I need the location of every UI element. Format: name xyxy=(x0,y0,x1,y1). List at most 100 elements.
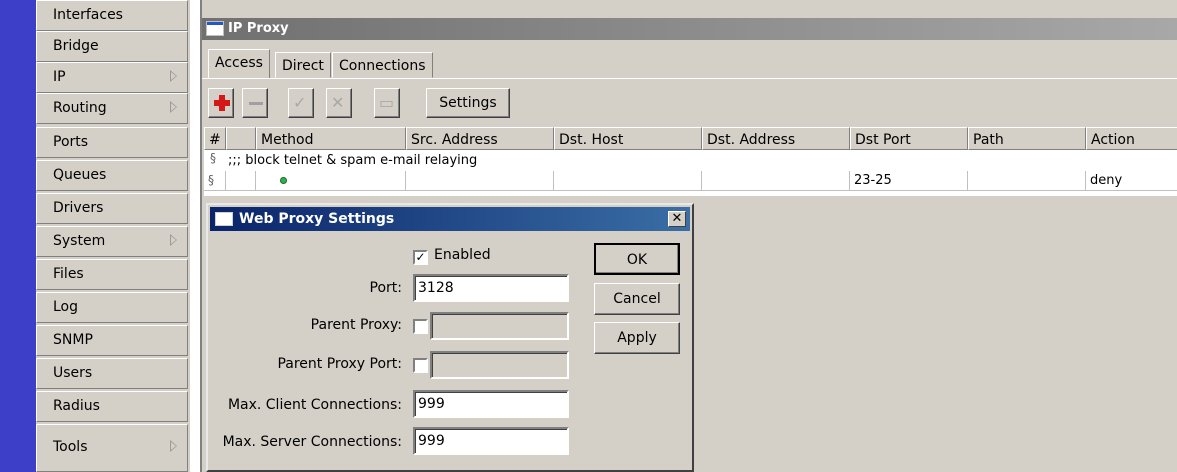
column-header-dst-address[interactable]: Dst. Address xyxy=(702,127,850,150)
port-field[interactable]: 3128 xyxy=(413,274,569,302)
sidebar-menu: Interfaces Bridge IP Routing Ports Queue… xyxy=(36,0,191,472)
sidebar-item-interfaces[interactable]: Interfaces xyxy=(36,0,188,31)
settings-button[interactable]: Settings xyxy=(426,88,510,118)
column-header-method[interactable]: Method xyxy=(256,127,406,150)
tab-label: Access xyxy=(215,55,263,71)
sidebar-item-label: IP xyxy=(53,69,66,85)
apply-button[interactable]: Apply xyxy=(594,322,680,354)
column-header-path[interactable]: Path xyxy=(968,127,1086,150)
sidebar-item-users[interactable]: Users xyxy=(36,358,188,389)
window-titlebar[interactable]: IP Proxy xyxy=(202,18,1177,40)
cell-method xyxy=(256,171,406,191)
parent-proxy-port-field[interactable] xyxy=(430,351,569,379)
window-title: IP Proxy xyxy=(228,21,289,36)
chain-icon: § xyxy=(210,151,216,165)
sidebar-item-bridge[interactable]: Bridge xyxy=(36,31,188,62)
sidebar-item-label: SNMP xyxy=(53,332,93,348)
sidebar-item-label: Routing xyxy=(53,100,107,116)
sidebar-item-label: Radius xyxy=(53,398,100,414)
submenu-arrow-icon xyxy=(170,101,177,113)
remove-button[interactable] xyxy=(242,88,268,118)
sidebar-item-files[interactable]: Files xyxy=(36,259,188,290)
sidebar-item-label: Drivers xyxy=(53,200,104,216)
sidebar-item-tools[interactable]: Tools xyxy=(36,424,188,472)
cancel-button[interactable]: Cancel xyxy=(594,283,680,315)
tab-access[interactable]: Access xyxy=(208,49,270,79)
left-accent-strip xyxy=(0,0,36,472)
sidebar-item-label: Interfaces xyxy=(53,7,123,23)
access-rules-table: # Method Src. Address Dst. Host Dst. Add… xyxy=(204,127,1177,196)
status-dot-icon xyxy=(280,177,287,184)
enabled-checkbox[interactable]: ✓ xyxy=(413,250,428,265)
column-header-dst-port[interactable]: Dst Port xyxy=(850,127,968,150)
close-icon[interactable]: ✕ xyxy=(668,211,686,227)
sidebar-item-label: Tools xyxy=(53,439,88,455)
max-server-connections-field[interactable]: 999 xyxy=(413,427,569,455)
divider xyxy=(190,0,200,472)
sidebar-item-log[interactable]: Log xyxy=(36,292,188,323)
add-button[interactable] xyxy=(208,88,234,118)
cell-src-address xyxy=(406,171,554,191)
cell-action: deny xyxy=(1086,171,1177,191)
sidebar-item-routing[interactable]: Routing xyxy=(36,93,188,124)
dialog-title: Web Proxy Settings xyxy=(239,211,395,227)
max-client-connections-label: Max. Client Connections: xyxy=(227,397,402,413)
max-client-connections-field[interactable]: 999 xyxy=(413,390,569,418)
column-header-src-address[interactable]: Src. Address xyxy=(406,127,554,150)
sidebar-item-ports[interactable]: Ports xyxy=(36,127,188,158)
port-label: Port: xyxy=(369,280,402,296)
sidebar-item-drivers[interactable]: Drivers xyxy=(36,193,188,224)
tab-divider xyxy=(202,78,1177,79)
sidebar-item-system[interactable]: System xyxy=(36,226,188,257)
tab-direct[interactable]: Direct xyxy=(275,52,331,78)
sidebar-item-label: System xyxy=(53,233,106,249)
submenu-arrow-icon xyxy=(170,70,177,82)
cell-path xyxy=(968,171,1086,191)
sidebar-item-label: Bridge xyxy=(53,38,99,54)
table-comment-row[interactable]: § ;;; block telnet & spam e-mail relayin… xyxy=(204,151,1177,171)
rule-comment: ;;; block telnet & spam e-mail relaying xyxy=(228,153,478,168)
dialog-titlebar[interactable]: Web Proxy Settings ✕ xyxy=(210,207,690,231)
tab-label: Direct xyxy=(282,58,324,74)
sidebar-item-label: Queues xyxy=(53,167,107,183)
cell-dst-address xyxy=(702,171,850,191)
submenu-arrow-icon xyxy=(170,234,177,246)
column-header-spacer xyxy=(226,127,256,150)
comment-button[interactable]: ▭ xyxy=(374,88,400,118)
parent-proxy-checkbox[interactable] xyxy=(413,319,428,334)
chain-icon: § xyxy=(208,173,214,187)
table-header: # Method Src. Address Dst. Host Dst. Add… xyxy=(204,127,1177,150)
sidebar-item-radius[interactable]: Radius xyxy=(36,391,188,422)
cell-dst-port: 23-25 xyxy=(850,171,968,191)
check-icon: ✓ xyxy=(293,93,307,112)
disable-button[interactable]: ✕ xyxy=(326,88,352,118)
parent-proxy-field[interactable] xyxy=(430,312,569,340)
x-icon: ✕ xyxy=(331,93,345,112)
parent-proxy-port-checkbox[interactable] xyxy=(413,358,428,373)
enabled-label: Enabled xyxy=(434,247,491,263)
enable-button[interactable]: ✓ xyxy=(288,88,314,118)
parent-proxy-port-label: Parent Proxy Port: xyxy=(277,356,402,372)
sidebar-item-label: Users xyxy=(53,365,93,381)
sidebar-item-label: Files xyxy=(53,266,84,282)
cell-spacer xyxy=(226,171,256,191)
web-proxy-settings-dialog: Web Proxy Settings ✕ ✓ Enabled Port: 312… xyxy=(206,203,694,472)
ok-button[interactable]: OK xyxy=(594,243,680,275)
cell-dst-host xyxy=(554,171,702,191)
sidebar-item-ip[interactable]: IP xyxy=(36,62,188,93)
column-header-num[interactable]: # xyxy=(204,127,226,150)
sidebar-item-snmp[interactable]: SNMP xyxy=(36,325,188,356)
sidebar-item-label: Ports xyxy=(53,134,89,150)
window-icon xyxy=(215,212,233,226)
column-header-action[interactable]: Action xyxy=(1086,127,1177,150)
sidebar-item-label: Log xyxy=(53,299,79,315)
max-server-connections-label: Max. Server Connections: xyxy=(222,434,402,450)
sidebar-item-queues[interactable]: Queues xyxy=(36,160,188,191)
tab-connections[interactable]: Connections xyxy=(332,52,433,78)
cell-num: § xyxy=(204,171,226,191)
submenu-arrow-icon xyxy=(170,440,177,452)
window-icon xyxy=(206,21,224,36)
column-header-dst-host[interactable]: Dst. Host xyxy=(554,127,702,150)
remove-icon xyxy=(249,102,263,105)
table-row[interactable]: § 23-25 deny xyxy=(204,171,1177,191)
